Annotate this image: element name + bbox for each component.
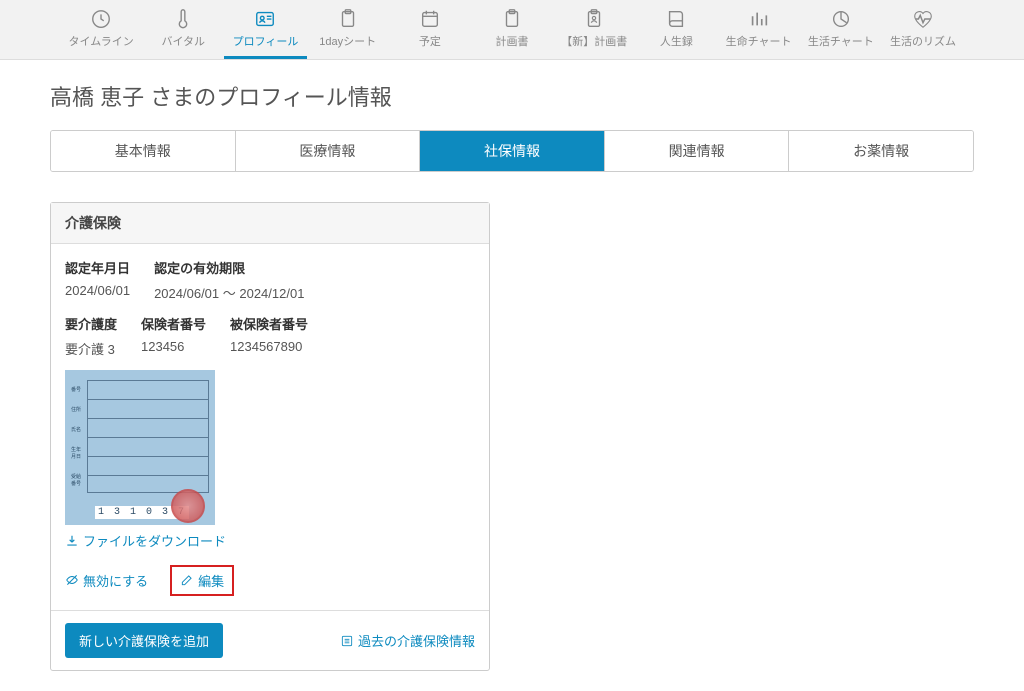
- insurance-card-footer: 新しい介護保険を追加 過去の介護保険情報: [51, 610, 489, 670]
- topnav-label: 計画書: [496, 33, 529, 49]
- topnav-item-10[interactable]: 生活のリズム: [882, 0, 964, 59]
- clock-icon: [90, 8, 112, 30]
- cert-period-value: 2024/06/01 ～ 2024/12/01: [154, 283, 304, 302]
- page-title: 高橋 恵子 さまのプロフィール情報: [50, 80, 974, 112]
- topnav-item-2[interactable]: プロフィール: [224, 0, 306, 59]
- clipboard-icon: [501, 8, 523, 30]
- insurance-history-link[interactable]: 過去の介護保険情報: [340, 631, 475, 650]
- topnav-label: 生命チャート: [726, 33, 792, 49]
- topnav-label: 生活のリズム: [890, 33, 956, 49]
- heartbeat-icon: [912, 8, 934, 30]
- insurer-no-value: 123456: [141, 339, 206, 354]
- edit-icon: [180, 573, 194, 587]
- topnav-label: バイタル: [162, 33, 206, 49]
- tab-4[interactable]: お薬情報: [789, 131, 973, 171]
- care-level-value: 要介護 3: [65, 339, 117, 358]
- topnav-label: 人生録: [660, 33, 693, 49]
- care-level-label: 要介護度: [65, 314, 117, 333]
- topnav-item-9[interactable]: 生活チャート: [800, 0, 882, 59]
- insured-no-label: 被保険者番号: [230, 314, 308, 333]
- thermometer-icon: [172, 8, 194, 30]
- disable-link[interactable]: 無効にする: [65, 571, 148, 590]
- cert-date-value: 2024/06/01: [65, 283, 130, 298]
- topnav-label: 【新】計画書: [561, 33, 627, 49]
- list-icon: [340, 634, 354, 648]
- download-file-link[interactable]: ファイルをダウンロード: [65, 531, 226, 550]
- eye-off-icon: [65, 573, 79, 587]
- topnav-label: タイムライン: [68, 33, 133, 49]
- download-file-label: ファイルをダウンロード: [83, 531, 226, 550]
- content-area: 高橋 恵子 さまのプロフィール情報 基本情報医療情報社保情報関連情報お薬情報 介…: [0, 60, 1024, 691]
- insurer-no-label: 保険者番号: [141, 314, 206, 333]
- top-nav: タイムライン バイタル プロフィール 1dayシート 予定 計画書 【新】計画書 人生録 生命チ…: [0, 0, 1024, 60]
- barchart-icon: [748, 8, 770, 30]
- tab-1[interactable]: 医療情報: [236, 131, 421, 171]
- book-icon: [665, 8, 687, 30]
- cert-date-label: 認定年月日: [65, 258, 130, 277]
- add-insurance-button[interactable]: 新しい介護保険を追加: [65, 623, 223, 658]
- topnav-item-8[interactable]: 生命チャート: [718, 0, 800, 59]
- cert-period-label: 認定の有効期限: [154, 258, 304, 277]
- idcard-icon: [254, 8, 276, 30]
- topnav-item-4[interactable]: 予定: [389, 0, 471, 59]
- topnav-item-0[interactable]: タイムライン: [60, 0, 142, 59]
- stamp-icon: [171, 489, 205, 523]
- insurance-doc-thumbnail[interactable]: 番号住所氏名生年月日受給番号 1 3 1 0 3 7: [65, 370, 215, 525]
- insurance-history-label: 過去の介護保険情報: [358, 631, 475, 650]
- topnav-item-5[interactable]: 計画書: [471, 0, 553, 59]
- tab-0[interactable]: 基本情報: [51, 131, 236, 171]
- insurance-card-body: 認定年月日 2024/06/01 認定の有効期限 2024/06/01 ～ 20…: [51, 244, 489, 610]
- topnav-label: 1dayシート: [319, 33, 376, 49]
- clipboard-user-icon: [583, 8, 605, 30]
- insurance-card-title: 介護保険: [51, 203, 489, 244]
- topnav-item-7[interactable]: 人生録: [635, 0, 717, 59]
- edit-link[interactable]: 編集: [180, 571, 224, 590]
- tab-2[interactable]: 社保情報: [420, 131, 605, 171]
- insurance-card: 介護保険 認定年月日 2024/06/01 認定の有効期限 2024/06/01…: [50, 202, 490, 671]
- topnav-label: 予定: [419, 33, 441, 49]
- topnav-label: プロフィール: [233, 33, 299, 49]
- edit-label: 編集: [198, 571, 224, 590]
- topnav-item-3[interactable]: 1dayシート: [307, 0, 389, 59]
- piechart-icon: [830, 8, 852, 30]
- topnav-label: 生活チャート: [808, 33, 874, 49]
- topnav-item-1[interactable]: バイタル: [142, 0, 224, 59]
- disable-label: 無効にする: [83, 571, 148, 590]
- profile-tabbar: 基本情報医療情報社保情報関連情報お薬情報: [50, 130, 974, 172]
- edit-link-highlight: 編集: [170, 565, 234, 597]
- topnav-item-6[interactable]: 【新】計画書: [553, 0, 635, 59]
- download-icon: [65, 534, 79, 548]
- tab-3[interactable]: 関連情報: [605, 131, 790, 171]
- clipboard-icon: [337, 8, 359, 30]
- insured-no-value: 1234567890: [230, 339, 308, 354]
- calendar-icon: [419, 8, 441, 30]
